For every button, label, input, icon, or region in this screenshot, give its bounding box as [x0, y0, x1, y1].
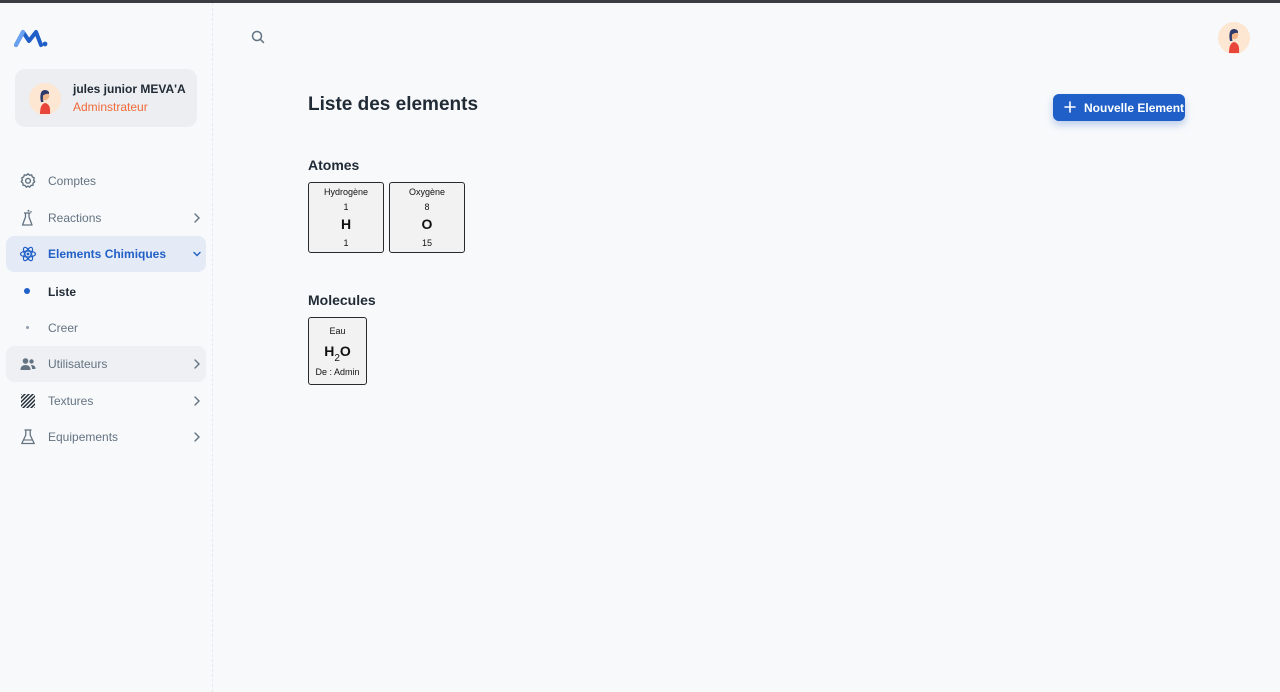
texture-icon	[21, 394, 35, 408]
flask-icon	[21, 429, 35, 445]
molecules-section-title: Molecules	[308, 292, 376, 308]
logo-icon[interactable]	[14, 27, 48, 49]
chevron-right-icon	[194, 396, 200, 406]
molecule-card-water[interactable]: Eau H2O De : Admin	[308, 317, 367, 385]
atomic-mass: 1	[343, 238, 349, 248]
sidebar-item-label: Utilisateurs	[48, 357, 108, 371]
chevron-right-icon	[194, 359, 200, 369]
plus-icon	[1064, 101, 1076, 113]
sidebar-subitem-label: Creer	[48, 321, 79, 335]
sidebar-item-utilisateurs[interactable]: Utilisateurs	[6, 346, 206, 382]
gear-icon	[20, 173, 36, 188]
new-element-button-label: Nouvelle Element	[1084, 101, 1185, 115]
element-symbol: O	[421, 216, 433, 232]
account-card[interactable]: jules junior MEVA'A Adminstrateur	[15, 69, 197, 127]
bullet-dot	[26, 326, 29, 329]
header-avatar[interactable]	[1218, 22, 1250, 54]
sidebar-item-comptes[interactable]: Comptes	[6, 163, 206, 199]
atomic-number: 8	[424, 202, 430, 212]
chevron-down-icon	[193, 251, 201, 257]
sidebar: jules junior MEVA'A Adminstrateur Compte…	[0, 3, 213, 692]
element-name: Oxygène	[408, 187, 446, 197]
sidebar-item-elements-chimiques[interactable]: Elements Chimiques	[6, 236, 206, 272]
sidebar-item-label: Equipements	[48, 430, 119, 444]
account-name: jules junior MEVA'A	[73, 82, 186, 96]
sidebar-item-label: Textures	[48, 394, 94, 408]
atomic-mass: 15	[421, 238, 432, 248]
avatar	[29, 83, 61, 115]
new-element-button[interactable]: Nouvelle Element	[1053, 94, 1185, 121]
sidebar-subitem-label: Liste	[48, 285, 77, 299]
search-icon[interactable]	[250, 29, 266, 45]
atoms-section-title: Atomes	[308, 157, 360, 173]
sidebar-item-equipements[interactable]: Equipements	[6, 419, 206, 455]
element-name: Hydrogène	[323, 187, 369, 197]
chevron-right-icon	[194, 432, 200, 442]
formula-part: O	[339, 343, 351, 359]
element-symbol: H	[340, 216, 352, 232]
molecule-name: Eau	[329, 326, 346, 336]
atom-card-hydrogen[interactable]: Hydrogène 1 H 1	[308, 182, 384, 253]
user-avatar-icon	[29, 83, 61, 115]
account-role: Adminstrateur	[73, 100, 148, 114]
molecule-formula: H2O	[309, 343, 366, 364]
atom-card-oxygen[interactable]: Oxygène 8 O 15	[389, 182, 465, 253]
sidebar-item-label: Reactions	[48, 211, 102, 225]
reaction-icon	[21, 209, 33, 226]
formula-part: H	[324, 343, 335, 359]
active-dot	[24, 288, 30, 294]
sidebar-item-label: Comptes	[48, 174, 97, 188]
chevron-right-icon	[194, 213, 200, 223]
page-title: Liste des elements	[308, 94, 479, 115]
atomic-number: 1	[343, 202, 349, 212]
sidebar-item-textures[interactable]: Textures	[6, 383, 206, 419]
sidebar-subitem-liste[interactable]: Liste	[6, 275, 206, 307]
sidebar-item-reactions[interactable]: Reactions	[6, 200, 206, 236]
users-icon	[20, 358, 36, 370]
molecule-author: De : Admin	[315, 367, 360, 377]
user-avatar-icon	[1218, 22, 1250, 54]
sidebar-item-label: Elements Chimiques	[48, 247, 167, 261]
atom-icon	[19, 246, 37, 262]
sidebar-subitem-creer[interactable]: Creer	[6, 311, 206, 343]
